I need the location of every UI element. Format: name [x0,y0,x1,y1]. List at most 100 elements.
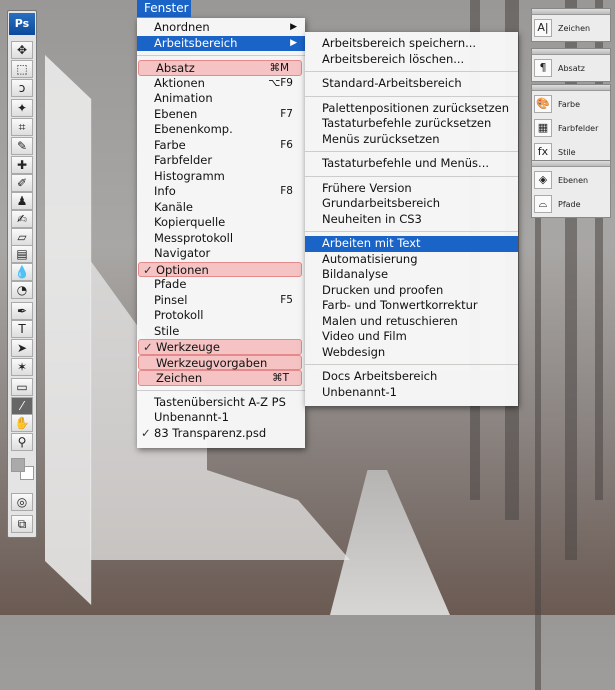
menu-item-label: Stile [154,323,180,338]
magic-wand-tool-icon[interactable]: ✦ [11,99,33,117]
menu-item-stile[interactable]: Stile [137,324,305,340]
menu-item-bildanalyse[interactable]: Bildanalyse [305,267,518,283]
panel-zeichen[interactable]: A| Zeichen [532,17,610,39]
menu-item-unbenannt-1[interactable]: Unbenannt-1 [137,410,305,426]
menu-item-navigator[interactable]: Navigator [137,246,305,262]
path-selection-tool-icon[interactable]: ➤ [11,339,33,357]
menu-item-frühere-version[interactable]: Frühere Version [305,181,518,197]
menu-item-zeichen[interactable]: Zeichen ⌘T [138,370,302,386]
dodge-tool-icon[interactable]: ◔ [11,281,33,299]
menu-item-ebenenkomp-[interactable]: Ebenenkomp. [137,122,305,138]
menu-item-werkzeuge[interactable]: ✓ Werkzeuge [138,339,302,355]
menu-item-video-und-film[interactable]: Video und Film [305,329,518,345]
menu-item-arbeitsbereich-löschen-[interactable]: Arbeitsbereich löschen... [305,52,518,68]
menu-item-label: Palettenpositionen zurücksetzen [322,100,509,115]
gradient-tool-icon[interactable]: ▤ [11,245,33,263]
farbe-icon: 🎨 [534,95,552,113]
arbeitsbereich-submenu: Arbeitsbereich speichern... Arbeitsbereic… [305,32,518,406]
shortcut: F5 [280,293,293,306]
menu-item-label: Anordnen [154,20,210,34]
panel-title-bar[interactable] [532,49,610,55]
notes-tool-icon[interactable]: ▭ [11,378,33,396]
menu-item-tastaturbefehle-zurücksetzen[interactable]: Tastaturbefehle zurücksetzen [305,116,518,132]
panel-title-bar[interactable] [532,9,610,15]
panel-ebenen[interactable]: ◈ Ebenen [532,169,610,191]
panel-farbfelder[interactable]: ▦ Farbfelder [532,117,610,139]
menu-item-malen-und-retuschieren[interactable]: Malen und retuschieren [305,314,518,330]
healing-brush-tool-icon[interactable]: ✚ [11,156,33,174]
eyedropper-tool-icon[interactable]: ⁄ [11,397,33,415]
panel-title-bar[interactable] [532,85,610,91]
menu-item-label: Tastaturbefehle und Menüs... [322,156,490,170]
menu-item-docs-arbeitsbereich[interactable]: Docs Arbeitsbereich [305,369,518,385]
menu-item-aktionen[interactable]: Aktionen ⌥F9 [137,76,305,92]
foreground-color-swatch[interactable] [11,458,25,472]
panel-farbe[interactable]: 🎨 Farbe [532,93,610,115]
menu-item-automatisierung[interactable]: Automatisierung [305,252,518,268]
menu-item-unbenannt-1[interactable]: Unbenannt-1 [305,385,518,401]
pen-tool-icon[interactable]: ✒ [11,302,33,320]
menu-fenster[interactable]: Fenster [137,0,191,17]
panel-pfade[interactable]: ⌓ Pfade [532,193,610,215]
menu-item-messprotokoll[interactable]: Messprotokoll [137,231,305,247]
menu-item-pfade[interactable]: Pfade [137,277,305,293]
menu-item-neuheiten-in-cs3[interactable]: Neuheiten in CS3 [305,212,518,228]
custom-shape-tool-icon[interactable]: ✶ [11,358,33,376]
shortcut: ⌘T [272,372,289,384]
menu-item-label: Tastenübersicht A-Z PS [154,394,286,409]
menu-item-protokoll[interactable]: Protokoll [137,308,305,324]
panel-dock-group: A| Zeichen [531,8,611,42]
menu-item-kanäle[interactable]: Kanäle [137,200,305,216]
menu-item-tastaturbefehle-und-menüs-[interactable]: Tastaturbefehle und Menüs... [305,156,518,172]
menu-item-kopierquelle[interactable]: Kopierquelle [137,215,305,231]
move-tool-icon[interactable]: ✥ [11,41,33,59]
menu-item-farbfelder[interactable]: Farbfelder [137,153,305,169]
menu-item-histogramm[interactable]: Histogramm [137,169,305,185]
slice-tool-icon[interactable]: ✎ [11,137,33,155]
menu-item-palettenpositionen-zurücksetzen[interactable]: Palettenpositionen zurücksetzen [305,101,518,117]
menu-item-standard-arbeitsbereich[interactable]: Standard-Arbeitsbereich [305,76,518,92]
menu-item-absatz[interactable]: Absatz ⌘M [138,60,302,76]
menu-item-label: Protokoll [154,308,204,322]
zoom-tool-icon[interactable]: ⚲ [11,433,33,451]
hand-tool-icon[interactable]: ✋ [11,414,33,432]
menu-item-optionen[interactable]: ✓ Optionen [138,261,302,277]
menu-item-animation[interactable]: Animation [137,91,305,107]
menu-item-arbeitsbereich-speichern-[interactable]: Arbeitsbereich speichern... [305,36,518,52]
menu-item-83-transparenz-psd[interactable]: ✓ 83 Transparenz.psd [137,426,305,442]
type-tool-icon[interactable]: T [11,320,33,338]
menu-item-label: Frühere Version [322,180,412,195]
menu-item-drucken-und-proofen[interactable]: Drucken und proofen [305,283,518,299]
menu-item-label: Arbeitsbereich [154,35,238,50]
menu-item-ebenen[interactable]: Ebenen F7 [137,107,305,123]
menu-item-menüs-zurücksetzen[interactable]: Menüs zurücksetzen [305,132,518,148]
blur-tool-icon[interactable]: 💧 [11,263,33,281]
screen-mode-tool-icon[interactable]: ⧉ [11,515,33,533]
lasso-tool-icon[interactable]: ↄ [11,79,33,97]
panel-title-bar[interactable] [532,161,610,167]
marquee-tool-icon[interactable]: ⬚ [11,60,33,78]
brush-tool-icon[interactable]: ✐ [11,174,33,192]
menu-item-arbeiten-mit-text[interactable]: Arbeiten mit Text [305,236,518,252]
menu-item-anordnen[interactable]: Anordnen ▶ [137,20,305,36]
menu-item-label: Docs Arbeitsbereich [322,369,438,383]
eraser-tool-icon[interactable]: ▱ [11,228,33,246]
clone-stamp-tool-icon[interactable]: ♟ [11,192,33,210]
menu-item-arbeitsbereich[interactable]: Arbeitsbereich ▶ [137,35,305,51]
menu-item-farbe[interactable]: Farbe F6 [137,138,305,154]
menu-item-label: Messprotokoll [154,230,234,245]
menu-item-grundarbeitsbereich[interactable]: Grundarbeitsbereich [305,196,518,212]
panel-label: Stile [558,147,576,157]
absatz-icon: ¶ [534,59,552,77]
menu-item-tastenübersicht-a-z-ps[interactable]: Tastenübersicht A-Z PS [137,395,305,411]
menu-item-info[interactable]: Info F8 [137,184,305,200]
panel-absatz[interactable]: ¶ Absatz [532,57,610,79]
menu-item-webdesign[interactable]: Webdesign [305,345,518,361]
history-brush-tool-icon[interactable]: ✍ [11,210,33,228]
menu-item-werkzeugvorgaben[interactable]: Werkzeugvorgaben [138,354,302,370]
shortcut: ⌘M [269,62,289,74]
menu-item-pinsel[interactable]: Pinsel F5 [137,293,305,309]
quick-mask-tool-icon[interactable]: ◎ [11,493,33,511]
menu-item-farb-und-tonwertkorrektur[interactable]: Farb- und Tonwertkorrektur [305,298,518,314]
crop-tool-icon[interactable]: ⌗ [11,118,33,136]
